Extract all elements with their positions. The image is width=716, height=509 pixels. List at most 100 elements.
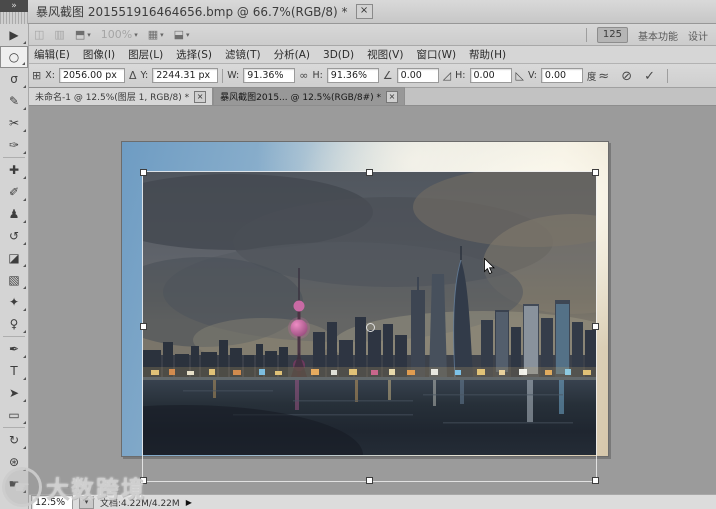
commit-transform-icon[interactable]: ✓ bbox=[644, 69, 655, 84]
menu-image[interactable]: 图像(I) bbox=[83, 47, 115, 62]
pen-tool-icon: ✒ bbox=[8, 342, 20, 356]
tool-brush[interactable]: ✐ bbox=[0, 181, 28, 203]
tool-gradient[interactable]: ▧ bbox=[0, 269, 28, 291]
close-document-button[interactable]: × bbox=[355, 4, 373, 19]
toolbox-divider bbox=[3, 427, 25, 428]
menu-filter[interactable]: 滤镜(T) bbox=[225, 47, 261, 62]
skew-h-label: H: bbox=[455, 70, 466, 81]
move-tool-icon: ▶ bbox=[9, 28, 19, 42]
divider bbox=[585, 28, 587, 42]
tool-pen[interactable]: ✒ bbox=[0, 338, 28, 360]
view-extras-icon[interactable]: ▥ bbox=[54, 28, 64, 41]
toolbox-divider bbox=[3, 336, 25, 337]
tool-rectangle[interactable]: ▭ bbox=[0, 404, 28, 426]
skew-v-label: V: bbox=[527, 70, 537, 81]
skew-h-input[interactable]: 0.00 bbox=[469, 68, 512, 83]
skew-icon-2: ◺ bbox=[515, 69, 524, 82]
tab-label: 未命名-1 @ 12.5%(图层 1, RGB/8) * bbox=[35, 93, 190, 103]
menu-3d[interactable]: 3D(D) bbox=[323, 49, 354, 61]
menu-window[interactable]: 窗口(W) bbox=[416, 47, 456, 62]
divider bbox=[667, 69, 668, 83]
skew-icon: ◿ bbox=[442, 69, 452, 82]
healing-brush-tool-icon: ✚ bbox=[8, 163, 20, 177]
screen-mode-button[interactable]: ⬓ ▾ bbox=[174, 28, 190, 41]
transform-reference-point[interactable] bbox=[366, 323, 375, 332]
transform-handle-bottom-right[interactable] bbox=[592, 477, 599, 484]
chevron-down-icon: ▾ bbox=[186, 30, 190, 39]
y-position-input[interactable]: 2244.31 px bbox=[152, 68, 219, 83]
menu-edit[interactable]: 编辑(E) bbox=[34, 47, 70, 62]
menu-view[interactable]: 视图(V) bbox=[367, 47, 403, 62]
cs-live-button[interactable]: 125 bbox=[596, 27, 628, 43]
tool-eraser[interactable]: ◪ bbox=[0, 247, 28, 269]
eraser-tool-icon: ◪ bbox=[8, 251, 20, 265]
tool-blur[interactable]: ✦ bbox=[0, 291, 28, 313]
workspace-switcher: 125 基本功能 设计 bbox=[585, 24, 708, 46]
degree-label: 度 bbox=[586, 71, 597, 83]
transform-layer-image[interactable] bbox=[143, 172, 596, 455]
launch-icon: ⬒ bbox=[74, 28, 86, 41]
transform-handle-bottom-center[interactable] bbox=[366, 477, 373, 484]
workspace-essentials-button[interactable]: 基本功能 bbox=[638, 28, 678, 43]
tool-history-brush[interactable]: ↺ bbox=[0, 225, 28, 247]
tool-path-selection[interactable]: ➤ bbox=[0, 382, 28, 404]
x-position-input[interactable]: 2056.00 px bbox=[58, 68, 125, 83]
width-scale-input[interactable]: 91.36% bbox=[243, 68, 296, 83]
tool-move[interactable]: ▶ bbox=[0, 24, 28, 46]
document-tab-untitled[interactable]: 未命名-1 @ 12.5%(图层 1, RGB/8) * × bbox=[28, 87, 214, 105]
reference-point-icon[interactable]: ⊞ bbox=[32, 69, 41, 82]
tool-clone-stamp[interactable]: ♟ bbox=[0, 203, 28, 225]
tool-eyedropper[interactable]: ✑ bbox=[0, 134, 28, 156]
rotate-icon: ∠ bbox=[382, 69, 393, 82]
tool-3d-rotate[interactable]: ↻ bbox=[0, 429, 28, 451]
chevron-down-icon: ▾ bbox=[134, 30, 138, 39]
divider bbox=[222, 68, 224, 83]
height-scale-input[interactable]: 91.36% bbox=[326, 68, 379, 83]
tool-dodge[interactable]: ♀ bbox=[0, 313, 28, 335]
bridge-icon[interactable]: ◫ bbox=[34, 28, 44, 41]
tool-lasso[interactable]: σ bbox=[0, 68, 28, 90]
chevron-down-icon: ▾ bbox=[87, 30, 91, 39]
watermark-text: 大数跨境 bbox=[46, 477, 146, 503]
tool-crop[interactable]: ✂ bbox=[0, 112, 28, 134]
document-tab-screenshot[interactable]: 暴风截图2015... @ 12.5%(RGB/8#) * × bbox=[213, 87, 406, 105]
skew-v-input[interactable]: 0.00 bbox=[540, 68, 583, 83]
tool-spot-healing-brush[interactable]: ✚ bbox=[0, 159, 28, 181]
tab-close-icon[interactable]: × bbox=[386, 90, 399, 103]
launch-button[interactable]: ⬒ ▾ bbox=[75, 28, 91, 41]
menu-analysis[interactable]: 分析(A) bbox=[274, 47, 310, 62]
transform-commit-group: ≈ ⊘ ✓ bbox=[598, 64, 668, 88]
warp-mode-icon[interactable]: ≈ bbox=[598, 69, 609, 84]
menu-select[interactable]: 选择(S) bbox=[176, 47, 212, 62]
marquee-tool-icon: ○ bbox=[8, 50, 20, 64]
status-expand-icon[interactable]: ▶ bbox=[186, 498, 192, 507]
tool-type[interactable]: T bbox=[0, 360, 28, 382]
relative-position-icon[interactable]: Δ bbox=[129, 69, 137, 82]
menu-help[interactable]: 帮助(H) bbox=[469, 47, 506, 62]
type-tool-icon: T bbox=[10, 364, 18, 378]
tool-quick-selection[interactable]: ✎ bbox=[0, 90, 28, 112]
rotate-angle-input[interactable]: 0.00 bbox=[396, 68, 439, 83]
arrange-documents-button[interactable]: ▦ ▾ bbox=[148, 28, 164, 41]
mouse-cursor bbox=[484, 258, 495, 275]
menu-layer[interactable]: 图层(L) bbox=[128, 47, 163, 62]
chevron-down-icon: ▾ bbox=[160, 30, 164, 39]
toolbox-grip[interactable] bbox=[0, 12, 28, 24]
document-title: 暴风截图 201551916464656.bmp @ 66.7%(RGB/8) … bbox=[36, 5, 348, 19]
zoom-level-button[interactable]: 100% ▾ bbox=[101, 28, 138, 41]
cancel-transform-icon[interactable]: ⊘ bbox=[621, 69, 632, 84]
tab-close-icon[interactable]: × bbox=[194, 90, 207, 103]
pasteboard bbox=[28, 106, 716, 495]
link-dimensions-icon[interactable]: ∞ bbox=[299, 69, 308, 82]
menu-bar: 编辑(E) 图像(I) 图层(L) 选择(S) 滤镜(T) 分析(A) 3D(D… bbox=[0, 46, 716, 64]
tool-elliptical-marquee[interactable]: ○ bbox=[0, 46, 28, 68]
collapse-panels-icon[interactable]: » bbox=[0, 0, 28, 12]
document-tab-bar: 未命名-1 @ 12.5%(图层 1, RGB/8) * × 暴风截图2015.… bbox=[0, 87, 716, 106]
height-label: H: bbox=[312, 70, 323, 81]
path-selection-tool-icon: ➤ bbox=[8, 386, 20, 400]
screen-mode-icon: ⬓ bbox=[173, 28, 185, 41]
history-brush-tool-icon: ↺ bbox=[8, 229, 20, 243]
workspace-design-button[interactable]: 设计 bbox=[688, 28, 708, 43]
arrange-documents-icon: ▦ bbox=[147, 28, 159, 41]
y-label: Y: bbox=[140, 70, 149, 81]
